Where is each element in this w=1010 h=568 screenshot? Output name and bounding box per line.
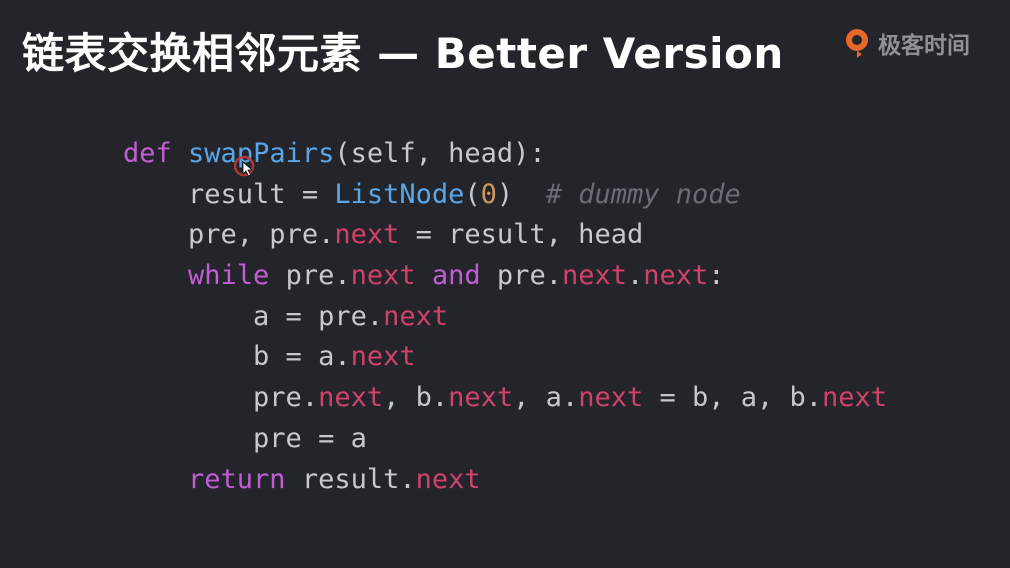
code-text: pre. bbox=[480, 260, 562, 292]
code-attribute: next bbox=[448, 382, 514, 414]
code-text: result = bbox=[188, 178, 335, 210]
code-keyword: and bbox=[431, 260, 481, 292]
brand-name: 极客时间 bbox=[878, 33, 970, 59]
code-attribute: next bbox=[643, 260, 709, 292]
code-number: 0 bbox=[480, 178, 497, 210]
code-text: b = a. bbox=[253, 341, 351, 373]
code-line: a = pre.next bbox=[123, 297, 887, 338]
code-text: , b. bbox=[383, 382, 449, 414]
code-text: pre. bbox=[253, 382, 319, 414]
code-text: pre = a bbox=[253, 422, 367, 454]
code-text: . bbox=[626, 260, 644, 292]
code-comment: # dummy node bbox=[545, 178, 741, 210]
mouse-pointer-icon bbox=[234, 156, 255, 177]
code-attribute: next bbox=[561, 260, 627, 292]
code-text: , a. bbox=[513, 382, 579, 414]
code-line: pre.next, b.next, a.next = b, a, b.next bbox=[123, 378, 887, 419]
geektime-logo-icon bbox=[846, 29, 868, 58]
code-keyword: return bbox=[188, 463, 286, 495]
code-attribute: next bbox=[578, 382, 644, 414]
code-line: return result.next bbox=[123, 460, 887, 501]
code-text: pre, pre. bbox=[188, 219, 335, 251]
code-attribute: next bbox=[350, 341, 416, 373]
code-function-name: ListNode bbox=[334, 178, 465, 210]
code-text: ) bbox=[496, 178, 546, 210]
code-text: : bbox=[708, 260, 725, 292]
code-line: while pre.next and pre.next.next: bbox=[123, 256, 887, 297]
code-attribute: next bbox=[383, 300, 449, 332]
code-text: = b, a, b. bbox=[643, 382, 823, 414]
code-attribute: next bbox=[318, 382, 384, 414]
code-text: ( bbox=[464, 178, 481, 210]
code-attribute: next bbox=[350, 260, 416, 292]
code-line: b = a.next bbox=[123, 337, 887, 378]
code-text: = result, head bbox=[399, 219, 644, 251]
code-line: pre = a bbox=[123, 419, 887, 460]
code-block: def swapPairs(self, head): result = List… bbox=[123, 134, 887, 500]
code-line: pre, pre.next = result, head bbox=[123, 215, 887, 256]
code-line: result = ListNode(0) # dummy node bbox=[123, 175, 887, 216]
code-text: pre. bbox=[269, 260, 351, 292]
code-keyword: def bbox=[123, 138, 172, 169]
code-keyword: while bbox=[188, 260, 270, 292]
code-function-name: swapPairs bbox=[188, 138, 335, 169]
presentation-slide: 链表交换相邻元素 — Better Version 极客时间 def swapP… bbox=[0, 0, 1010, 568]
code-text: (self, head): bbox=[334, 138, 546, 169]
code-attribute: next bbox=[415, 463, 481, 495]
code-text: result. bbox=[285, 463, 416, 495]
code-attribute: next bbox=[822, 382, 888, 414]
brand-watermark: 极客时间 bbox=[842, 26, 970, 60]
code-attribute: next bbox=[334, 219, 400, 251]
slide-title: 链表交换相邻元素 — Better Version bbox=[22, 29, 784, 78]
code-text: a = pre. bbox=[253, 300, 384, 332]
